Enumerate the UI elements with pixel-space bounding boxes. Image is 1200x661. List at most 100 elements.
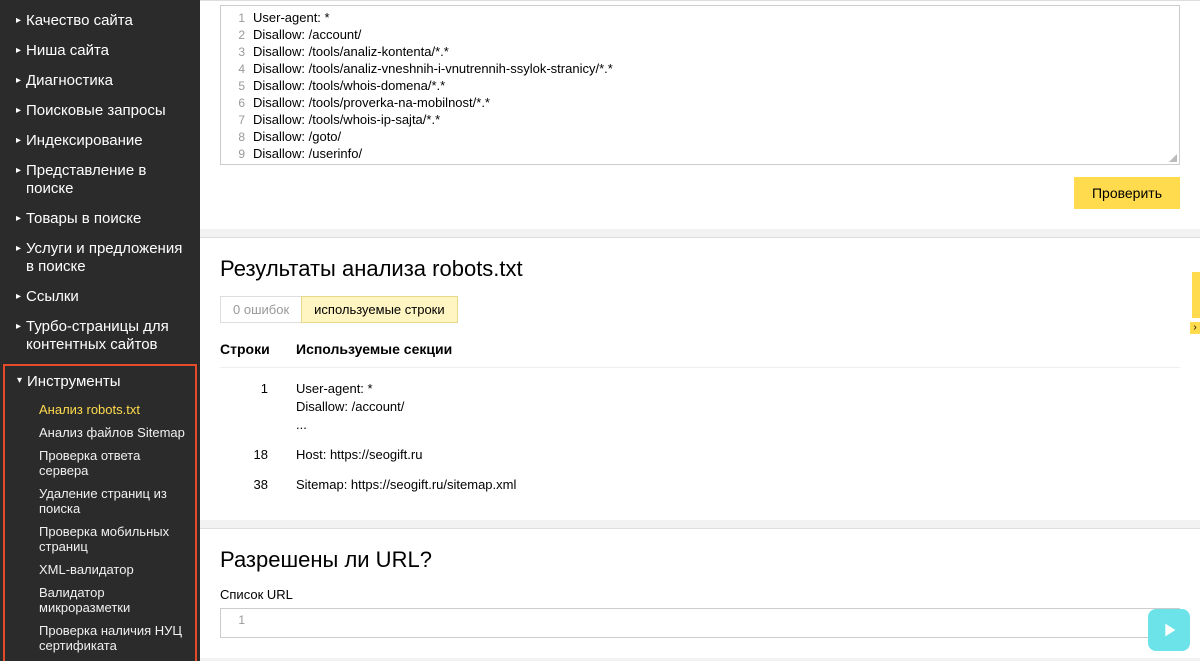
nav-item-quality[interactable]: ▸Качество сайта (0, 6, 200, 36)
line-text: Disallow: /tools/proverka-na-mobilnost/*… (253, 95, 490, 110)
line-number: 7 (221, 113, 253, 127)
result-line-text: Sitemap: https://seogift.ru/sitemap.xml (296, 476, 1180, 494)
caret-icon: ▸ (16, 318, 24, 336)
nav-item-turbo[interactable]: ▸Турбо-страницы для контентных сайтов (0, 312, 200, 360)
caret-icon: ▸ (16, 72, 24, 90)
sub-item-server-response[interactable]: Проверка ответа сервера (5, 444, 195, 482)
panel-url-check: Разрешены ли URL? Список URL 1 (200, 528, 1200, 658)
nav-item-links[interactable]: ▸Ссылки (0, 282, 200, 312)
panel-results: Результаты анализа robots.txt 0 ошибок и… (200, 237, 1200, 520)
nav-item-niche[interactable]: ▸Ниша сайта (0, 36, 200, 66)
sub-label: Анализ robots.txt (39, 402, 140, 417)
caret-icon: ▸ (16, 12, 24, 30)
line-number: 4 (221, 62, 253, 76)
line-text: Disallow: /tools/whois-ip-sajta/*.* (253, 112, 440, 127)
sub-item-robots[interactable]: Анализ robots.txt (5, 398, 195, 421)
sidebar: ▸Качество сайта ▸Ниша сайта ▸Диагностика… (0, 0, 200, 661)
nav-item-diagnostics[interactable]: ▸Диагностика (0, 66, 200, 96)
sub-label: Проверка ответа сервера (39, 448, 140, 478)
url-list-editor[interactable]: 1 (220, 608, 1180, 638)
editor-line: 5Disallow: /tools/whois-domena/*.* (221, 78, 1179, 95)
nav-item-indexing[interactable]: ▸Индексирование (0, 126, 200, 156)
line-number: 9 (221, 147, 253, 161)
sub-item-nuts-cert[interactable]: Проверка наличия НУЦ сертификата (5, 619, 195, 657)
sub-item-microdata[interactable]: Валидатор микроразметки (5, 581, 195, 619)
caret-icon: ▸ (16, 162, 24, 180)
tab-errors[interactable]: 0 ошибок (220, 296, 301, 323)
result-group: 18Host: https://seogift.ru (220, 446, 1180, 464)
sub-label: Анализ файлов Sitemap (39, 425, 185, 440)
editor-line: 7Disallow: /tools/whois-ip-sajta/*.* (221, 112, 1179, 129)
result-line-number: 1 (220, 380, 296, 398)
editor-line: 3Disallow: /tools/analiz-kontenta/*.* (221, 44, 1179, 61)
results-tabs: 0 ошибок используемые строки (200, 296, 1200, 323)
line-text: User-agent: * (253, 10, 330, 25)
result-row: Disallow: /account/ (220, 398, 1180, 416)
results-col-lines: Строки (220, 341, 296, 357)
result-line-number: 38 (220, 476, 296, 494)
result-line-text: ... (296, 416, 1180, 434)
editor-line: 8Disallow: /goto/ (221, 129, 1179, 146)
line-text: Disallow: /tools/analiz-kontenta/*.* (253, 44, 449, 59)
line-number: 6 (221, 96, 253, 110)
nav-label: Услуги и предложения в поиске (26, 240, 186, 276)
result-line-text: Host: https://seogift.ru (296, 446, 1180, 464)
caret-icon: ▸ (16, 132, 24, 150)
url-title: Разрешены ли URL? (200, 529, 1200, 587)
line-number: 1 (221, 11, 253, 25)
nav-label: Ссылки (26, 288, 79, 306)
results-table: Строки Используемые секции 1User-agent: … (200, 323, 1200, 494)
nav-label: Товары в поиске (26, 210, 141, 228)
play-icon (1158, 619, 1180, 641)
sub-label: Валидатор микроразметки (39, 585, 130, 615)
result-row: 1User-agent: * (220, 380, 1180, 398)
nav-item-search-queries[interactable]: ▸Поисковые запросы (0, 96, 200, 126)
side-feedback-tab[interactable] (1192, 272, 1200, 318)
sub-item-mobile-check[interactable]: Проверка мобильных страниц (5, 520, 195, 558)
line-text: Disallow: /account/ (253, 27, 361, 42)
chat-fab[interactable] (1148, 609, 1190, 651)
nav-label: Диагностика (26, 72, 113, 90)
side-feedback-caret-icon[interactable]: › (1190, 322, 1200, 334)
url-line-number: 1 (221, 613, 253, 627)
editor-line: 1User-agent: * (221, 10, 1179, 27)
results-title: Результаты анализа robots.txt (200, 238, 1200, 296)
line-text: Disallow: /tools/analiz-vneshnih-i-vnutr… (253, 61, 613, 76)
sub-item-xml-validator[interactable]: XML-валидатор (5, 558, 195, 581)
caret-icon: ▸ (16, 210, 24, 228)
result-line-text: User-agent: * (296, 380, 1180, 398)
sub-item-sitemap[interactable]: Анализ файлов Sitemap (5, 421, 195, 444)
result-row: 18Host: https://seogift.ru (220, 446, 1180, 464)
tab-used-lines[interactable]: используемые строки (301, 296, 458, 323)
nav-item-tools[interactable]: ▾ Инструменты (5, 366, 195, 396)
tools-sublist: Анализ robots.txt Анализ файлов Sitemap … (5, 396, 195, 661)
caret-icon: ▸ (16, 288, 24, 306)
line-number: 5 (221, 79, 253, 93)
line-text: Disallow: /tools/whois-domena/*.* (253, 78, 445, 93)
panel-robots-editor: 1User-agent: *2Disallow: /account/3Disal… (200, 0, 1200, 229)
nav-item-products[interactable]: ▸Товары в поиске (0, 204, 200, 234)
robots-editor[interactable]: 1User-agent: *2Disallow: /account/3Disal… (220, 5, 1180, 165)
caret-icon: ▸ (16, 102, 24, 120)
result-line-text: Disallow: /account/ (296, 398, 1180, 416)
caret-icon: ▸ (16, 240, 24, 258)
nav-item-services[interactable]: ▸Услуги и предложения в поиске (0, 234, 200, 282)
resize-handle-icon[interactable] (1167, 152, 1177, 162)
nav-item-appearance[interactable]: ▸Представление в поиске (0, 156, 200, 204)
result-row: ... (220, 416, 1180, 434)
line-text: Disallow: /userinfo/ (253, 146, 362, 161)
check-button[interactable]: Проверить (1074, 177, 1180, 209)
editor-line: 6Disallow: /tools/proverka-na-mobilnost/… (221, 95, 1179, 112)
line-number: 3 (221, 45, 253, 59)
editor-line: 4Disallow: /tools/analiz-vneshnih-i-vnut… (221, 61, 1179, 78)
sub-label: Проверка мобильных страниц (39, 524, 169, 554)
result-group: 1User-agent: *Disallow: /account/... (220, 380, 1180, 434)
result-line-number: 18 (220, 446, 296, 464)
nav-label: Турбо-страницы для контентных сайтов (26, 318, 186, 354)
caret-icon: ▸ (16, 42, 24, 60)
sub-label: Проверка наличия НУЦ сертификата (39, 623, 182, 653)
line-text: Disallow: /goto/ (253, 129, 341, 144)
editor-line: 9Disallow: /userinfo/ (221, 146, 1179, 163)
result-row: 38Sitemap: https://seogift.ru/sitemap.xm… (220, 476, 1180, 494)
sub-item-remove-pages[interactable]: Удаление страниц из поиска (5, 482, 195, 520)
